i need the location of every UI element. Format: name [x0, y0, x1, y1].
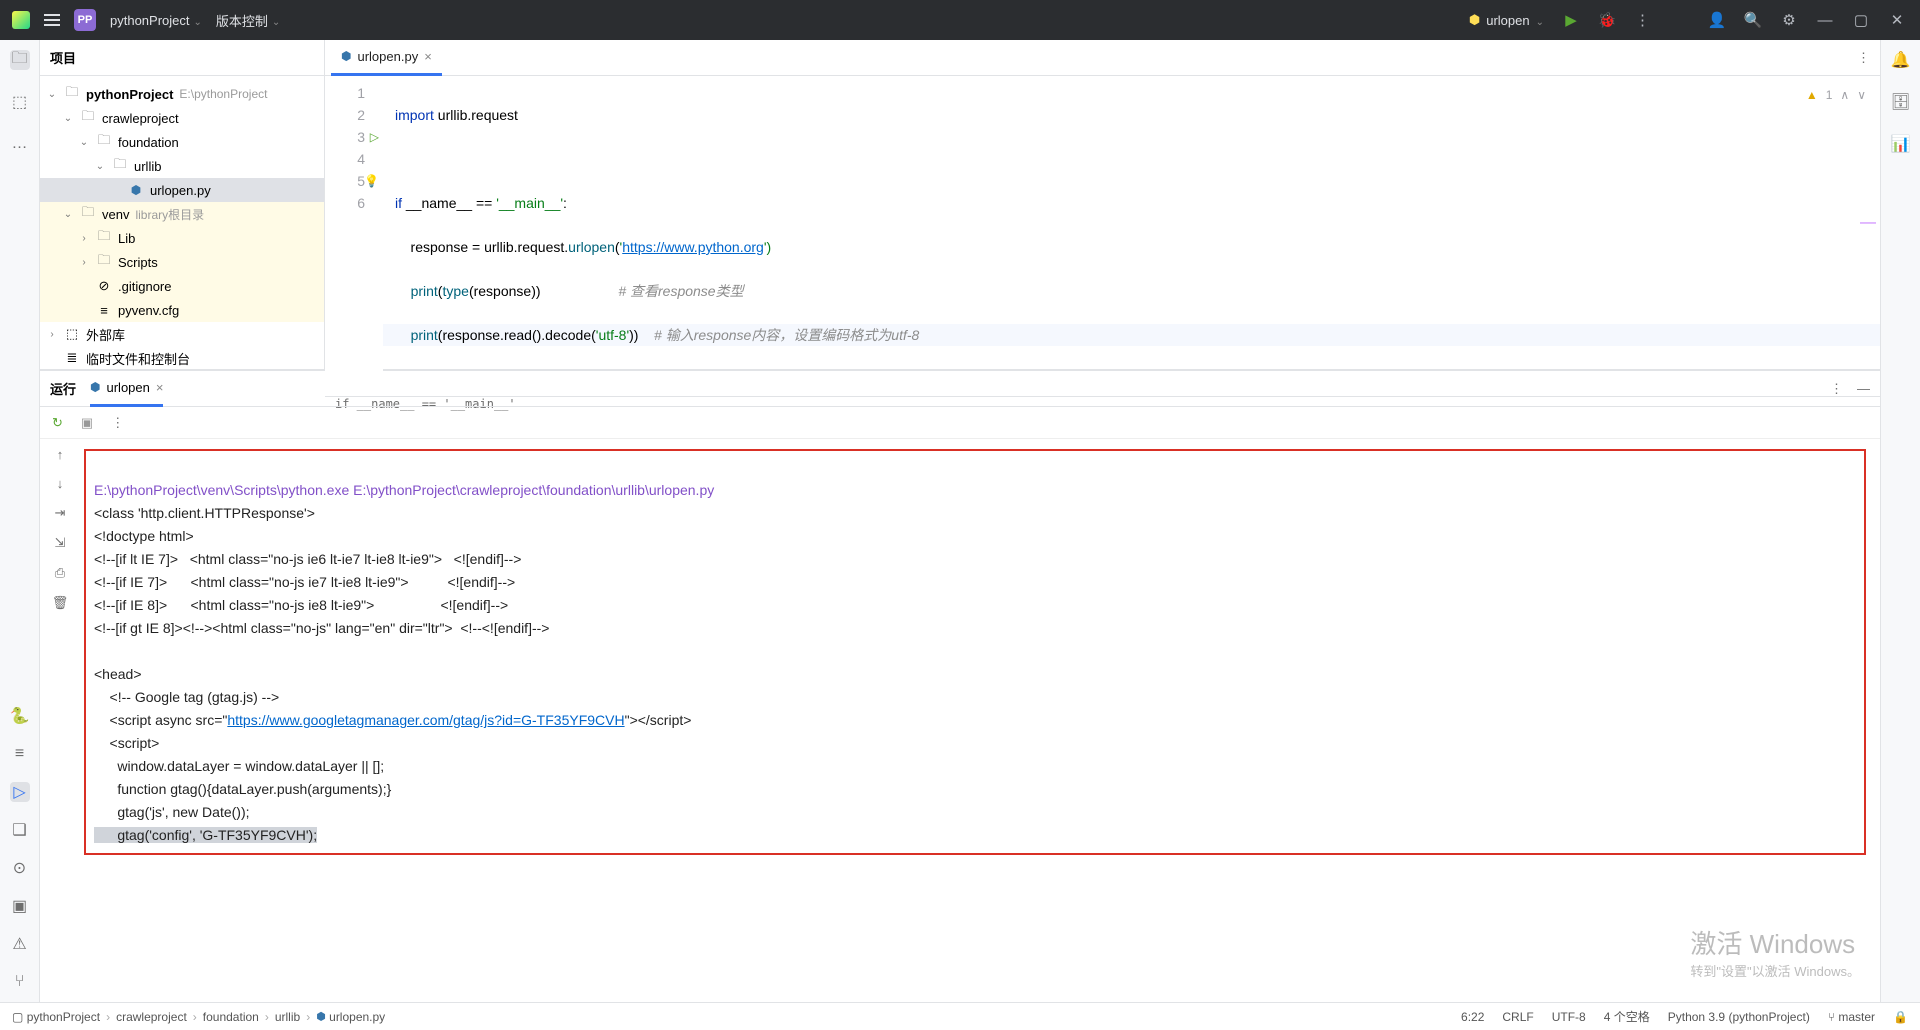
run-label: 运行	[50, 379, 76, 398]
tree-file-gitignore[interactable]: ⊘.gitignore	[40, 274, 324, 298]
run-button[interactable]: ▶	[1562, 11, 1580, 29]
tree-root[interactable]: ⌄🗀pythonProjectE:\pythonProject	[40, 82, 324, 106]
vcs-dropdown[interactable]: 版本控制	[216, 11, 280, 30]
breadcrumb-item[interactable]: pythonProject	[27, 1010, 100, 1024]
status-bar: ▢ pythonProject› crawleproject› foundati…	[0, 1002, 1920, 1030]
prev-problem-icon[interactable]: ∧	[1840, 84, 1849, 106]
tree-external-libs[interactable]: ›⬚外部库	[40, 322, 324, 346]
scroll-up-icon[interactable]: ↑	[57, 447, 64, 462]
indent-setting[interactable]: 4 个空格	[1604, 1008, 1650, 1025]
notifications-icon[interactable]: 🔔	[1891, 50, 1911, 70]
structure-tool-button[interactable]: ⬚	[10, 92, 30, 112]
line-separator[interactable]: CRLF	[1502, 1010, 1533, 1024]
next-problem-icon[interactable]: ∨	[1857, 84, 1866, 106]
project-panel-header[interactable]: 项目	[40, 40, 324, 76]
tree-scratches[interactable]: ≣临时文件和控制台	[40, 346, 324, 369]
tree-folder-scripts[interactable]: ›🗀Scripts	[40, 250, 324, 274]
ide-logo-icon	[12, 11, 30, 29]
window-minimize-button[interactable]: —	[1816, 11, 1834, 29]
run-console[interactable]: E:\pythonProject\venv\Scripts\python.exe…	[80, 439, 1880, 1002]
breadcrumb-item[interactable]: foundation	[203, 1010, 259, 1024]
scroll-to-end-icon[interactable]: ⇲	[55, 535, 66, 551]
editor-more-icon[interactable]: ⋮	[1857, 50, 1870, 66]
debug-button[interactable]: 🐞	[1598, 11, 1616, 29]
editor-tab-urlopen[interactable]: ⬢urlopen.py×	[331, 40, 442, 76]
soft-wrap-icon[interactable]: ⇥	[55, 505, 66, 521]
more-tools-button[interactable]: …	[10, 134, 30, 154]
editor-gutter[interactable]: 123456	[325, 76, 383, 396]
project-badge-icon: PP	[74, 9, 96, 31]
database-icon[interactable]: 🗄	[1891, 92, 1911, 112]
run-config-dropdown[interactable]: ⬢urlopen	[1469, 12, 1544, 28]
tree-folder-venv[interactable]: ⌄🗀venvlibrary根目录	[40, 202, 324, 226]
tree-file-urlopen[interactable]: ⬢urlopen.py	[40, 178, 324, 202]
python-packages-button[interactable]: 🐍	[10, 706, 30, 726]
project-tool-button[interactable]: 🗀	[10, 50, 30, 70]
run-panel: 运行 ⬢urlopen× ⋮— ↻ ▣ ⋮ ↑ ↓ ⇥ ⇲ ⎙ 🗑 E:\pyt…	[40, 370, 1880, 1002]
search-everywhere-icon[interactable]: 🔍	[1744, 11, 1762, 29]
project-dropdown[interactable]: pythonProject	[110, 13, 202, 28]
project-tree[interactable]: ⌄🗀pythonProjectE:\pythonProject ⌄🗀crawle…	[40, 76, 324, 369]
lock-icon[interactable]: 🔒	[1893, 1010, 1908, 1024]
tree-folder-urllib[interactable]: ⌄🗀urllib	[40, 154, 324, 178]
status-project-icon[interactable]: ▢	[12, 1010, 23, 1024]
tree-folder-lib[interactable]: ›🗀Lib	[40, 226, 324, 250]
vcs-tool-button[interactable]: ⑂	[10, 972, 30, 992]
breadcrumb-item[interactable]: urlopen.py	[329, 1010, 385, 1024]
breadcrumb-item[interactable]: crawleproject	[116, 1010, 187, 1024]
print-icon[interactable]: ⎙	[55, 565, 65, 581]
scroll-down-icon[interactable]: ↓	[57, 476, 64, 491]
services-button[interactable]: ❑	[10, 820, 30, 840]
python-console-button[interactable]: ≡	[10, 744, 30, 764]
git-branch[interactable]: master	[1838, 1010, 1875, 1024]
tree-folder-crawleproject[interactable]: ⌄🗀crawleproject	[40, 106, 324, 130]
editor-tab-row: ⬢urlopen.py× ⋮	[325, 40, 1880, 76]
sciview-icon[interactable]: 📊	[1891, 134, 1911, 154]
console-more-icon[interactable]: ⋮	[111, 415, 124, 431]
cursor-position[interactable]: 6:22	[1461, 1010, 1484, 1024]
right-tool-rail: 🔔 🗄 📊	[1880, 40, 1920, 1002]
breadcrumb-item[interactable]: urllib	[275, 1010, 300, 1024]
interpreter[interactable]: Python 3.9 (pythonProject)	[1668, 1010, 1810, 1024]
main-menu-button[interactable]	[44, 14, 60, 26]
rerun-button[interactable]: ↻	[52, 415, 63, 431]
file-encoding[interactable]: UTF-8	[1552, 1010, 1586, 1024]
code-with-me-icon[interactable]: 👤	[1708, 11, 1726, 29]
code-editor[interactable]: ▲1∧∨ — 123456 import urllib.request if _…	[325, 76, 1880, 396]
terminal-button[interactable]: ▣	[10, 896, 30, 916]
project-panel: 项目 ⌄🗀pythonProjectE:\pythonProject ⌄🗀cra…	[40, 40, 325, 369]
tree-folder-foundation[interactable]: ⌄🗀foundation	[40, 130, 324, 154]
editor-area: ⬢urlopen.py× ⋮ ▲1∧∨ — 123456 import urll…	[325, 40, 1880, 369]
run-tool-button[interactable]: ▷	[10, 782, 30, 802]
settings-icon[interactable]: ⚙	[1780, 11, 1798, 29]
warning-icon[interactable]: ▲	[1806, 84, 1818, 106]
tree-file-pyvenv[interactable]: ≡pyvenv.cfg	[40, 298, 324, 322]
todo-button[interactable]: ⊙	[10, 858, 30, 878]
more-run-button[interactable]: ⋮	[1634, 11, 1652, 29]
titlebar: PP pythonProject 版本控制 ⬢urlopen ▶ 🐞 ⋮ 👤 🔍…	[0, 0, 1920, 40]
close-tab-icon[interactable]: ×	[424, 49, 432, 64]
window-close-button[interactable]: ✕	[1888, 11, 1906, 29]
window-maximize-button[interactable]: ▢	[1852, 11, 1870, 29]
run-tab-urlopen[interactable]: ⬢urlopen×	[90, 371, 163, 407]
clear-all-icon[interactable]: 🗑	[52, 595, 69, 611]
problems-button[interactable]: ⚠	[10, 934, 30, 954]
left-tool-rail: 🗀 ⬚ … 🐍 ≡ ▷ ❑ ⊙ ▣ ⚠ ⑂	[0, 40, 40, 1002]
run-gutter: ↑ ↓ ⇥ ⇲ ⎙ 🗑	[40, 439, 80, 1002]
stop-button[interactable]: ▣	[81, 415, 93, 431]
fold-mark-icon[interactable]: —	[1860, 212, 1876, 234]
